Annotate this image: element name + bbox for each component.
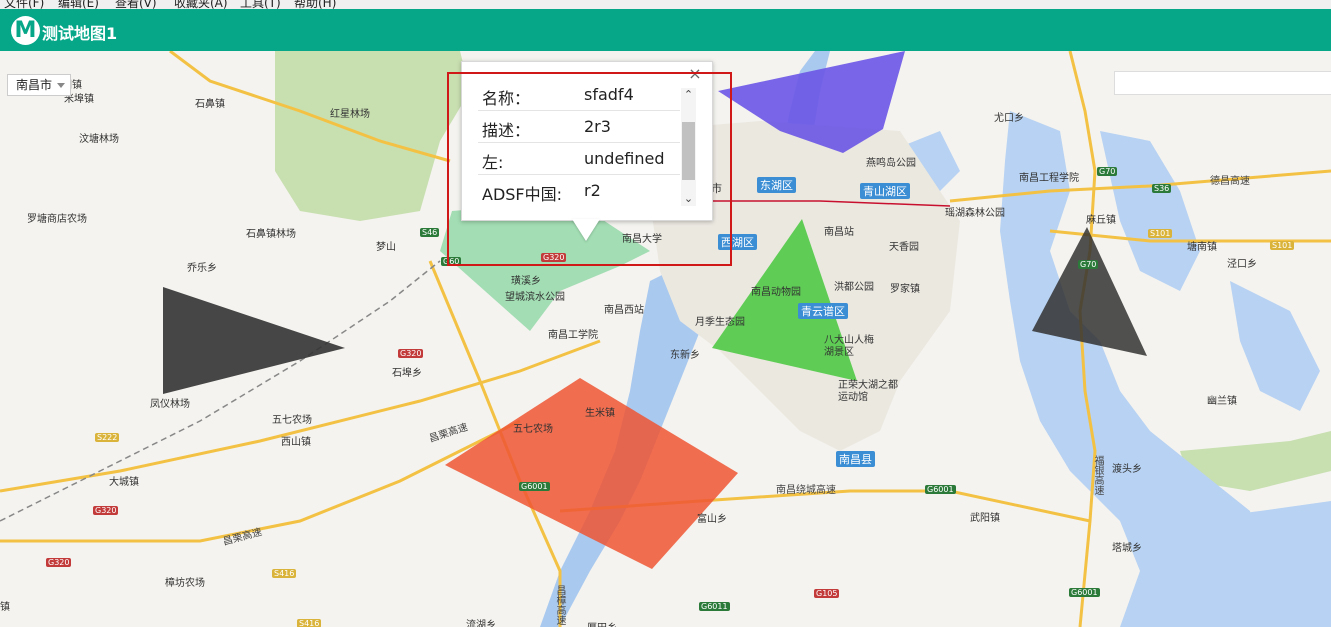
place-label: 南昌工程学院 (1019, 173, 1079, 184)
highway-shield: G320 (46, 558, 72, 567)
place-label: 月季生态园 (695, 317, 745, 328)
place-label: 天香园 (889, 242, 919, 253)
place-label: 富山乡 (697, 514, 727, 525)
menu-view[interactable]: 查看(V) (115, 0, 157, 9)
road-name: 福银高速 (1092, 455, 1103, 495)
highway-shield: G320 (93, 506, 119, 515)
place-label: 渡头乡 (1112, 464, 1142, 475)
road-name: 南昌绕城高速 (776, 485, 836, 496)
highway-shield: G105 (814, 589, 840, 598)
place-label: 璜溪乡 (511, 276, 541, 287)
map-canvas[interactable]: 市 东湖区 青山湖区 西湖区 青云谱区 南昌县 洲镇 米埠镇 石鼻镇 红星林场 … (0, 51, 1331, 627)
rail-line (0, 260, 441, 522)
dark-triangle-left[interactable] (163, 287, 345, 394)
menu-tools[interactable]: 工具(T) (240, 0, 281, 9)
highway-shield: S101 (1148, 229, 1173, 238)
place-label: 五七农场 (513, 424, 553, 435)
road-name: 昌樟高速 (554, 585, 565, 625)
place-label: 南昌动物园 (751, 287, 801, 298)
place-label: 正荣大湖之都运动馆 (838, 380, 898, 403)
search-input[interactable] (1114, 71, 1331, 95)
selection-rectangle (447, 72, 732, 266)
app-header: M 测试地图1 (0, 9, 1331, 51)
menu-edit[interactable]: 编辑(E) (58, 0, 99, 9)
menu-bar: 文件(F) 编辑(E) 查看(V) 收藏夹(A) 工具(T) 帮助(H) (0, 0, 1331, 9)
place-label: 东新乡 (670, 350, 700, 361)
district-label: 东湖区 (757, 177, 796, 193)
place-label: 凤仪林场 (150, 399, 190, 410)
menu-file[interactable]: 文件(F) (4, 0, 44, 9)
place-label: 泾口乡 (1227, 259, 1257, 270)
place-label: 樟坊农场 (165, 578, 205, 589)
place-label: 尤口乡 (994, 113, 1024, 124)
place-label: 梦山 (376, 242, 396, 253)
highway-shield: G70 (1078, 260, 1099, 269)
district-label: 青山湖区 (860, 183, 910, 199)
lake-east-2 (1230, 281, 1320, 411)
place-label: 生米镇 (585, 408, 615, 419)
highway-shield: S36 (1152, 184, 1172, 193)
city-select[interactable]: 南昌市 (7, 74, 71, 96)
highway-shield: S416 (272, 569, 297, 578)
city-select-value: 南昌市 (16, 78, 53, 92)
place-label: 洪都公园 (834, 282, 874, 293)
highway-shield: S222 (95, 433, 120, 442)
highway-shield: S416 (297, 619, 322, 627)
place-label: 麻丘镇 (1086, 215, 1116, 226)
place-label: 石鼻镇 (195, 99, 225, 110)
highway-shield: G6001 (925, 485, 956, 494)
place-label: 罗塘商店农场 (27, 214, 87, 225)
logo-letter: M (14, 18, 37, 43)
place-label: 五七农场 (272, 415, 312, 426)
place-label: 石鼻镇林场 (246, 229, 296, 240)
highway-shield: G6011 (699, 602, 730, 611)
place-label: 镇 (0, 602, 10, 613)
place-label: 望城滨水公园 (505, 292, 565, 303)
highway-shield: G70 (1097, 167, 1118, 176)
place-label: 汶塘林场 (79, 134, 119, 145)
place-label: 厚田乡 (587, 619, 617, 627)
highway-shield: G320 (398, 349, 424, 358)
place-label: 流湖乡 (466, 620, 496, 627)
forest-area (275, 51, 470, 221)
place-label: 大城镇 (109, 477, 139, 488)
place-label: 南昌工学院 (548, 330, 598, 341)
place-label: 南昌站 (824, 227, 854, 238)
place-label: 塔城乡 (1112, 543, 1142, 554)
district-label: 青云谱区 (798, 303, 848, 319)
highway-shield: G6001 (519, 482, 550, 491)
chevron-down-icon (57, 83, 65, 88)
place-label: 石埠乡 (392, 368, 422, 379)
menu-favorites[interactable]: 收藏夹(A) (174, 0, 228, 9)
page-title: 测试地图1 (42, 24, 118, 43)
place-label: 南昌西站 (604, 305, 644, 316)
highway-shield: S101 (1270, 241, 1295, 250)
place-label: 瑶湖森林公园 (945, 208, 1005, 219)
menu-help[interactable]: 帮助(H) (294, 0, 336, 9)
place-label: 乔乐乡 (187, 263, 217, 274)
place-label: 西山镇 (281, 437, 311, 448)
road-name: 德昌高速 (1210, 176, 1250, 187)
highway-shield: G6001 (1069, 588, 1100, 597)
district-label: 南昌县 (836, 451, 875, 467)
app-logo: M (11, 16, 40, 45)
place-label: 燕鸣岛公园 (866, 158, 916, 169)
place-label: 红星林场 (330, 109, 370, 120)
place-label: 幽兰镇 (1207, 396, 1237, 407)
highway-shield: S46 (420, 228, 440, 237)
place-label: 罗家镇 (890, 284, 920, 295)
place-label: 武阳镇 (970, 513, 1000, 524)
lake-southeast (1180, 501, 1331, 627)
place-label: 八大山人梅湖景区 (824, 335, 874, 358)
place-label: 塘南镇 (1187, 242, 1217, 253)
